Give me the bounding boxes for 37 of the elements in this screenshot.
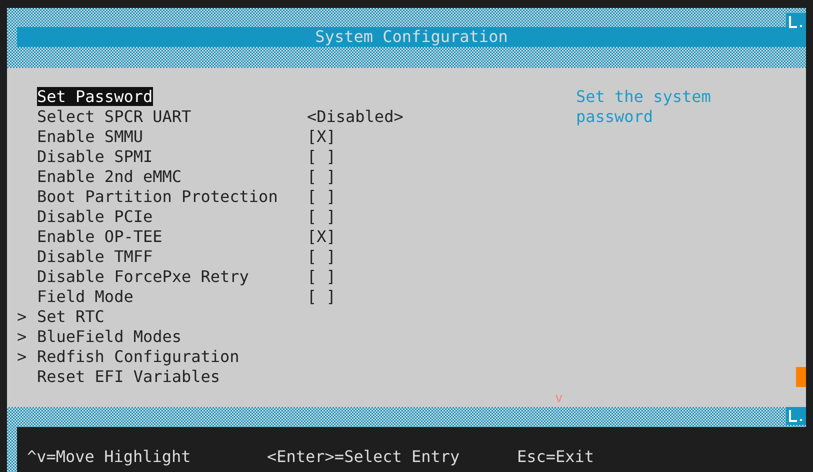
menu-item[interactable]: Enable SMMU <box>37 127 143 146</box>
option-value[interactable]: [ ] <box>307 147 336 167</box>
menu-item[interactable]: Enable OP-TEE <box>37 227 162 246</box>
menu-item[interactable]: Field Mode <box>37 287 134 306</box>
option-value[interactable]: [ ] <box>307 187 336 207</box>
window-title: System Configuration <box>17 27 806 47</box>
option-value[interactable]: [ ] <box>307 267 336 287</box>
submenu-marker: > <box>17 327 27 346</box>
option-value[interactable]: [ ] <box>307 287 336 307</box>
option-value[interactable]: [ ] <box>307 167 336 187</box>
key-hint: <Enter>=Select Entry <box>267 447 461 467</box>
scroll-down-indicator: v <box>555 392 563 406</box>
menu-item[interactable]: Disable ForcePxe Retry <box>37 267 249 286</box>
menu-item[interactable]: Select SPCR UART <box>37 107 192 126</box>
menu-item[interactable]: Boot Partition Protection <box>37 187 278 206</box>
menu-item[interactable]: Enable 2nd eMMC <box>37 167 182 186</box>
menu-item[interactable]: Set Password <box>37 87 153 106</box>
key-hint: ^v=Move Highlight <box>27 447 192 467</box>
menu-item[interactable]: Redfish Configuration <box>37 347 240 366</box>
menu-item[interactable]: Set RTC <box>37 307 104 326</box>
corner-mark-icon <box>786 13 806 31</box>
submenu-marker: > <box>17 307 27 326</box>
option-value[interactable]: [X] <box>307 227 336 247</box>
option-value[interactable]: [X] <box>307 127 336 147</box>
option-value[interactable]: [ ] <box>307 207 336 227</box>
menu-item[interactable]: Disable TMFF <box>37 247 153 266</box>
option-value[interactable]: [ ] <box>307 247 336 267</box>
menu-item[interactable]: BlueField Modes <box>37 327 182 346</box>
scrollbar-thumb[interactable] <box>796 367 806 387</box>
help-text: Set the system password <box>576 87 712 127</box>
submenu-marker: > <box>17 347 27 366</box>
menu-item[interactable]: Disable SPMI <box>37 147 153 166</box>
menu-item[interactable]: Reset EFI Variables <box>37 367 220 386</box>
corner-mark-icon <box>786 407 806 425</box>
option-value[interactable]: <Disabled> <box>307 107 404 127</box>
menu-item[interactable]: Disable PCIe <box>37 207 153 226</box>
key-hint: Esc=Exit <box>517 447 596 467</box>
